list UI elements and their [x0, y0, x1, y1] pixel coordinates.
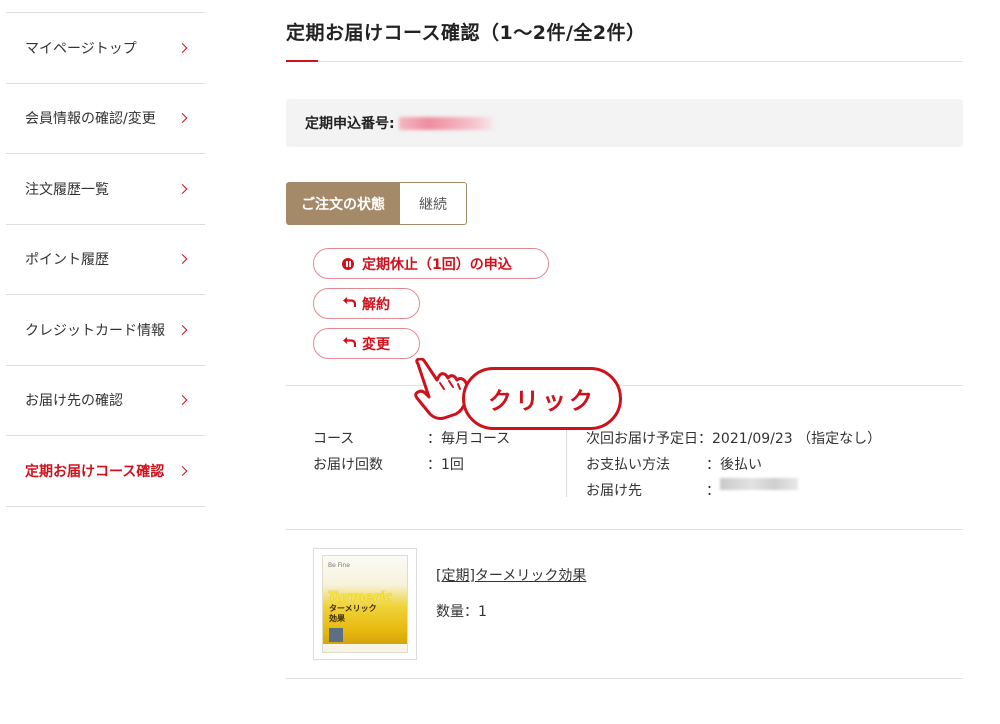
info-divider — [566, 430, 567, 497]
course-value: ：毎月コース — [427, 431, 511, 447]
order-number-redacted — [398, 116, 497, 130]
package-word: Turmeric — [328, 590, 392, 605]
payment-row: お支払い方法 ：後払い — [586, 452, 881, 478]
course-info-left: コース ：毎月コース お届け回数 ：1回 — [313, 426, 510, 478]
product-image[interactable]: Be Fine Turmeric ターメリック 効果 — [313, 548, 417, 660]
return-arrow-icon — [342, 296, 357, 312]
course-row: コース ：毎月コース — [313, 426, 510, 452]
package-brand: Be Fine — [328, 562, 350, 569]
product-name-link[interactable]: [定期]ターメリック効果 — [436, 565, 586, 585]
section-divider — [286, 529, 963, 530]
sidebar-item-mypage-top[interactable]: マイページトップ — [6, 13, 205, 84]
click-callout: クリック — [462, 367, 622, 430]
chevron-right-icon — [177, 254, 188, 265]
sidebar-item-member-info[interactable]: 会員情報の確認/変更 — [6, 84, 205, 154]
product-quantity: 数量：1 — [436, 604, 487, 620]
pause-icon — [342, 257, 354, 270]
sidebar-item-label: お届け先の確認 — [25, 393, 123, 410]
section-divider — [286, 385, 963, 386]
chevron-right-icon — [177, 465, 188, 476]
sidebar-item-label: クレジットカード情報 — [25, 322, 165, 339]
destination-key: お届け先 — [586, 483, 642, 499]
chevron-right-icon — [177, 113, 188, 124]
change-subscription-button[interactable]: 変更 — [313, 328, 420, 359]
pause-request-label: 定期休止（1回）の申込 — [362, 256, 512, 273]
sidebar: マイページトップ 会員情報の確認/変更 注文履歴一覧 ポイント履歴 クレジットカ… — [6, 12, 205, 507]
sidebar-item-label: マイページトップ — [25, 40, 137, 57]
product-package: Be Fine Turmeric ターメリック 効果 — [322, 555, 408, 653]
change-subscription-label: 変更 — [362, 336, 390, 353]
course-key: コース — [313, 431, 355, 447]
cancel-subscription-button[interactable]: 解約 — [313, 288, 420, 319]
sidebar-item-delivery-address[interactable]: お届け先の確認 — [6, 366, 205, 436]
payment-key: お支払い方法 — [586, 457, 670, 473]
package-jp-name: ターメリック 効果 — [329, 604, 377, 623]
destination-row: お届け先 ： — [586, 478, 881, 504]
delivery-count-key: お届け回数 — [313, 457, 383, 473]
package-strip — [323, 644, 407, 652]
pause-request-button[interactable]: 定期休止（1回）の申込 — [313, 248, 549, 279]
next-delivery-row: 次回お届け予定日 ：2021/09/23 （指定なし） — [586, 426, 881, 452]
delivery-count-row: お届け回数 ：1回 — [313, 452, 510, 478]
next-delivery-key: 次回お届け予定日 — [586, 431, 698, 447]
title-accent-line — [286, 60, 318, 62]
next-delivery-value: ：2021/09/23 （指定なし） — [698, 431, 882, 447]
chevron-right-icon — [177, 324, 188, 335]
title-divider — [286, 61, 963, 62]
sidebar-item-subscription-course[interactable]: 定期お届けコース確認 — [6, 436, 205, 507]
chevron-right-icon — [177, 183, 188, 194]
section-divider — [286, 678, 963, 679]
chevron-right-icon — [177, 395, 188, 406]
order-number-box: 定期申込番号: — [286, 99, 963, 147]
course-info-right: 次回お届け予定日 ：2021/09/23 （指定なし） お支払い方法 ：後払い … — [586, 426, 881, 504]
sidebar-item-label: 会員情報の確認/変更 — [25, 111, 156, 128]
sidebar-item-credit-card[interactable]: クレジットカード情報 — [6, 295, 205, 366]
cancel-subscription-label: 解約 — [362, 296, 390, 313]
destination-value: ： — [706, 483, 720, 499]
sidebar-item-label: 注文履歴一覧 — [25, 181, 109, 198]
page-title: 定期お届けコース確認（1〜2件/全2件） — [286, 22, 646, 44]
order-number-label: 定期申込番号: — [305, 116, 395, 132]
destination-redacted — [720, 478, 798, 490]
sidebar-item-label: ポイント履歴 — [25, 252, 109, 269]
return-arrow-icon — [342, 336, 357, 352]
tab-order-status[interactable]: ご注文の状態 — [286, 182, 400, 225]
tab-continue[interactable]: 継続 — [400, 182, 467, 225]
sidebar-item-order-history[interactable]: 注文履歴一覧 — [6, 154, 205, 225]
delivery-count-value: ：1回 — [427, 457, 464, 473]
package-badge — [329, 628, 343, 642]
sidebar-item-point-history[interactable]: ポイント履歴 — [6, 225, 205, 295]
sidebar-item-label: 定期お届けコース確認 — [25, 463, 165, 480]
chevron-right-icon — [177, 42, 188, 53]
payment-value: ：後払い — [706, 457, 762, 473]
status-tabs: ご注文の状態 継続 — [286, 182, 467, 225]
